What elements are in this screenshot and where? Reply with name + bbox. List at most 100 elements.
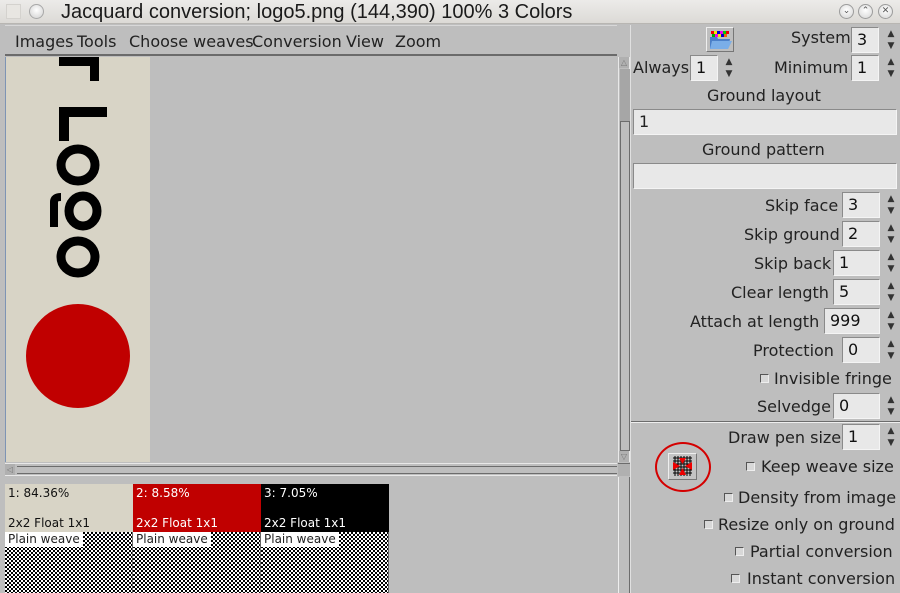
protection-label: Protection <box>753 341 834 360</box>
clear-length-spin-arrows[interactable]: ▲ ▼ <box>885 280 897 306</box>
skip-face-spin-arrows[interactable]: ▲ ▼ <box>885 193 897 219</box>
attach-at-length-spinbox[interactable]: 999 <box>824 308 880 334</box>
protection-spin-arrows[interactable]: ▲ ▼ <box>885 338 897 364</box>
menu-tools[interactable]: Tools <box>77 32 116 51</box>
menu-conversion[interactable]: Conversion <box>252 32 342 51</box>
clear-length-spinbox[interactable]: 5 <box>833 279 880 305</box>
invisible-fringe-label[interactable]: Invisible fringe <box>774 369 892 388</box>
spin-down-icon[interactable]: ▼ <box>885 437 897 449</box>
minimum-spinbox[interactable]: 1 <box>851 55 879 81</box>
spin-up-icon[interactable]: ▲ <box>885 338 897 350</box>
invisible-fringe-checkbox[interactable] <box>760 374 769 383</box>
skip-ground-spinbox[interactable]: 2 <box>842 221 880 247</box>
scroll-corner <box>618 463 630 476</box>
minimum-spin-arrows[interactable]: ▲ ▼ <box>885 56 897 82</box>
skip-back-label: Skip back <box>754 254 832 273</box>
density-from-image-checkbox[interactable] <box>724 493 733 502</box>
spin-down-icon[interactable]: ▼ <box>885 234 897 246</box>
ground-pattern-input[interactable] <box>633 163 897 189</box>
draw-pen-size-spinbox[interactable]: 1 <box>842 424 880 450</box>
scroll-down-icon[interactable]: ▽ <box>619 451 629 462</box>
spin-up-icon[interactable]: ▲ <box>885 222 897 234</box>
spin-up-icon[interactable]: ▲ <box>723 56 735 68</box>
window-menu-button[interactable] <box>29 4 44 19</box>
partial-conversion-label[interactable]: Partial conversion <box>750 542 893 561</box>
selvedge-spin-arrows[interactable]: ▲ ▼ <box>885 394 897 420</box>
swatch-pattern-label: Plain weave <box>5 532 83 547</box>
logo-letter-g-tail <box>50 193 62 227</box>
always-spinbox[interactable]: 1 <box>690 55 718 81</box>
minimize-button[interactable]: ⌄ <box>839 4 854 19</box>
spin-down-icon[interactable]: ▼ <box>885 68 897 80</box>
keep-weave-size-checkbox[interactable] <box>746 462 755 471</box>
draw-pen-size-spin-arrows[interactable]: ▲ ▼ <box>885 425 897 451</box>
swatch-color-3[interactable]: 3: 7.05% 2x2 Float 1x1 Plain weave <box>261 484 389 593</box>
resize-only-on-ground-label[interactable]: Resize only on ground <box>718 515 895 534</box>
menu-view[interactable]: View <box>346 32 384 51</box>
protection-spinbox[interactable]: 0 <box>842 337 880 363</box>
spin-up-icon[interactable]: ▲ <box>885 425 897 437</box>
swatch-header: 3: 7.05% 2x2 Float 1x1 <box>261 484 389 532</box>
panel-separator <box>631 421 900 423</box>
clear-length-label: Clear length <box>731 283 829 302</box>
spin-down-icon[interactable]: ▼ <box>885 40 897 52</box>
skip-back-spinbox[interactable]: 1 <box>833 250 880 276</box>
spin-up-icon[interactable]: ▲ <box>885 280 897 292</box>
density-from-image-label[interactable]: Density from image <box>738 488 896 507</box>
selvedge-spinbox[interactable]: 0 <box>833 393 880 419</box>
scroll-up-icon[interactable]: △ <box>619 57 629 68</box>
menu-zoom[interactable]: Zoom <box>395 32 441 51</box>
app-icon <box>6 4 21 19</box>
spin-down-icon[interactable]: ▼ <box>885 205 897 217</box>
resize-weave-button[interactable] <box>668 453 697 480</box>
title-bar: Jacquard conversion; logo5.png (144,390)… <box>0 0 900 24</box>
always-spin-arrows[interactable]: ▲ ▼ <box>723 56 735 82</box>
swatch-color-1[interactable]: 1: 84.36% 2x2 Float 1x1 Plain weave <box>5 484 133 593</box>
spin-up-icon[interactable]: ▲ <box>885 309 897 321</box>
spin-down-icon[interactable]: ▼ <box>885 350 897 362</box>
swatch-header: 2: 8.58% 2x2 Float 1x1 <box>133 484 261 532</box>
spin-down-icon[interactable]: ▼ <box>885 406 897 418</box>
partial-conversion-checkbox[interactable] <box>735 547 744 556</box>
system-spin-arrows[interactable]: ▲ ▼ <box>885 28 897 54</box>
close-button[interactable]: ✕ <box>878 4 893 19</box>
spin-up-icon[interactable]: ▲ <box>885 193 897 205</box>
menu-images[interactable]: Images <box>15 32 73 51</box>
keep-weave-size-label[interactable]: Keep weave size <box>761 457 894 476</box>
minimum-label: Minimum <box>774 58 849 77</box>
open-weave-button[interactable] <box>706 27 734 52</box>
spin-up-icon[interactable]: ▲ <box>885 28 897 40</box>
skip-back-spin-arrows[interactable]: ▲ ▼ <box>885 251 897 277</box>
swatch-pattern-label: Plain weave <box>133 532 211 547</box>
instant-conversion-checkbox[interactable] <box>731 574 740 583</box>
vertical-scrollbar[interactable]: △ ▽ <box>618 57 630 462</box>
spin-down-icon[interactable]: ▼ <box>885 321 897 333</box>
image-canvas[interactable] <box>6 57 150 462</box>
skip-ground-spin-arrows[interactable]: ▲ ▼ <box>885 222 897 248</box>
spin-down-icon[interactable]: ▼ <box>723 68 735 80</box>
ground-layout-input[interactable]: 1 <box>633 109 897 135</box>
attach-at-length-label: Attach at length <box>690 312 820 331</box>
attach-at-length-spin-arrows[interactable]: ▲ ▼ <box>885 309 897 335</box>
horizontal-scrollbar[interactable]: ◁ <box>5 463 617 476</box>
swatch-color-2[interactable]: 2: 8.58% 2x2 Float 1x1 Plain weave <box>133 484 261 593</box>
vertical-scroll-thumb[interactable] <box>620 69 630 121</box>
swatch-scrollbar[interactable] <box>618 477 630 593</box>
spin-down-icon[interactable]: ▼ <box>885 263 897 275</box>
spin-down-icon[interactable]: ▼ <box>885 292 897 304</box>
spin-up-icon[interactable]: ▲ <box>885 56 897 68</box>
system-spinbox[interactable]: 3 <box>851 27 879 53</box>
system-label: System <box>791 28 851 47</box>
vertical-scroll-trough[interactable] <box>620 121 630 451</box>
spin-up-icon[interactable]: ▲ <box>885 251 897 263</box>
instant-conversion-label[interactable]: Instant conversion <box>747 569 895 588</box>
window-title: Jacquard conversion; logo5.png (144,390)… <box>61 1 573 23</box>
resize-only-on-ground-checkbox[interactable] <box>704 520 713 529</box>
menu-choose-weaves[interactable]: Choose weaves <box>129 32 254 51</box>
spin-up-icon[interactable]: ▲ <box>885 394 897 406</box>
image-view[interactable] <box>5 57 617 462</box>
maximize-button[interactable]: ⌃ <box>858 4 873 19</box>
skip-face-spinbox[interactable]: 3 <box>842 192 880 218</box>
horizontal-scroll-trough[interactable] <box>17 466 617 474</box>
scroll-left-icon[interactable]: ◁ <box>5 464 15 475</box>
